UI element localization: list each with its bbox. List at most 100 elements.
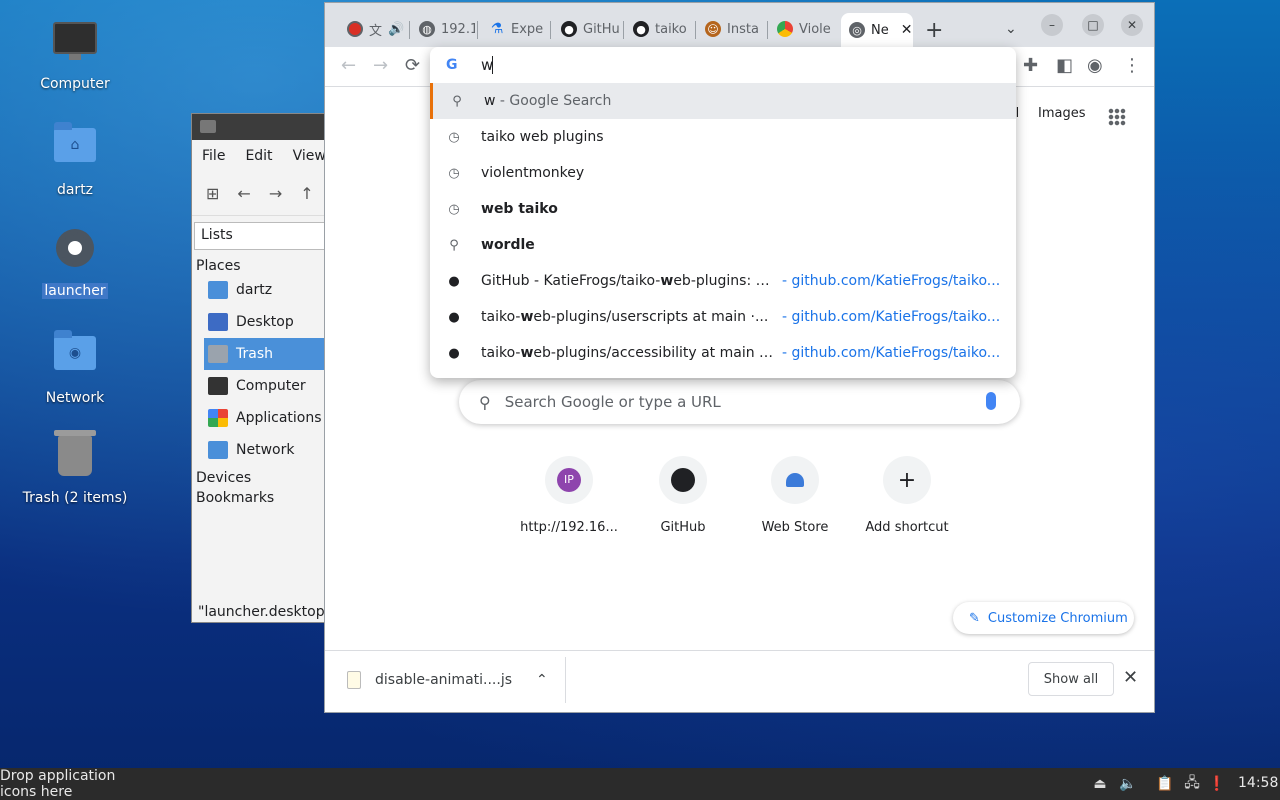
tab-title: Expe xyxy=(511,21,544,37)
tab-github[interactable]: ● GitHu xyxy=(553,15,619,43)
network-tray-icon[interactable]: 🖧 xyxy=(1182,774,1202,794)
tab-expe[interactable]: ⚗ Expe xyxy=(481,15,547,43)
pencil-icon: ✎ xyxy=(969,610,980,626)
shortcut-ip[interactable]: IP http://192.16... xyxy=(513,456,625,535)
monkey-icon: ☺ xyxy=(705,21,721,37)
tab-192[interactable]: ◍ 192.1 xyxy=(411,15,475,43)
omnibox-input[interactable]: G w xyxy=(430,47,1016,83)
new-tab-icon[interactable]: ⊞ xyxy=(206,184,219,203)
tab-new-tab[interactable]: ◎ Ne ✕ xyxy=(841,13,913,47)
file-manager-titlebar[interactable] xyxy=(192,114,330,140)
up-arrow-icon[interactable]: ↑ xyxy=(300,184,313,203)
tab-title: taiko xyxy=(655,21,687,37)
menu-kebab-icon[interactable]: ⋮ xyxy=(1123,55,1141,76)
place-label: Desktop xyxy=(236,314,294,330)
customize-chromium-button[interactable]: ✎ Customize Chromium xyxy=(953,602,1134,634)
translate-icon: 文 xyxy=(369,23,383,39)
text-caret xyxy=(492,56,493,74)
forward-button[interactable]: → xyxy=(373,55,388,76)
extensions-icon[interactable]: ✚ xyxy=(1023,55,1038,76)
shortcut-add[interactable]: + Add shortcut xyxy=(851,456,963,535)
download-shelf: disable-animati....js ⌃ Show all ✕ xyxy=(325,650,1154,712)
menu-edit[interactable]: Edit xyxy=(245,148,272,164)
menu-file[interactable]: File xyxy=(202,148,225,164)
place-item-dartz[interactable]: dartz xyxy=(192,274,330,306)
images-link[interactable]: Images xyxy=(1038,106,1086,121)
desktop-icon-trash[interactable]: Trash (2 items) xyxy=(20,430,130,506)
history-icon: ◷ xyxy=(448,201,460,217)
tab-taiko[interactable]: ● taiko xyxy=(625,15,691,43)
show-all-button[interactable]: Show all xyxy=(1028,662,1114,696)
side-pane-mode-select[interactable]: Lists xyxy=(194,222,330,250)
suggestion-text: w - Google Search xyxy=(484,93,611,109)
clipboard-icon[interactable]: 📋 xyxy=(1155,774,1175,794)
place-item-network[interactable]: Network xyxy=(192,434,330,466)
google-g-icon: G xyxy=(446,57,458,73)
bookmarks-header[interactable]: Bookmarks xyxy=(192,486,330,506)
suggestion-row[interactable]: ⚲ wordle xyxy=(430,227,1016,263)
github-icon: ● xyxy=(448,345,460,361)
desktop-icon-network[interactable]: ◉ Network xyxy=(20,328,130,406)
chevron-up-icon[interactable]: ⌃ xyxy=(536,672,548,688)
back-arrow-icon[interactable]: ← xyxy=(237,184,250,203)
notification-icon[interactable]: ❗ xyxy=(1207,774,1227,794)
launcher-drop-zone[interactable]: Drop application icons here xyxy=(0,768,120,800)
reload-button[interactable]: ⟳ xyxy=(405,55,420,76)
suggestion-row[interactable]: ◷ taiko web plugins xyxy=(430,119,1016,155)
suggestion-row[interactable]: ⚲ w - Google Search xyxy=(430,83,1016,119)
eject-icon[interactable]: ⏏ xyxy=(1090,774,1110,794)
github-icon: ● xyxy=(561,21,577,37)
side-panel-icon[interactable]: ◧ xyxy=(1056,55,1073,76)
menu-view[interactable]: View xyxy=(293,148,326,164)
suggestion-text: violentmonkey xyxy=(481,165,584,181)
microphone-icon[interactable] xyxy=(986,392,996,410)
volume-icon[interactable]: 🔈 xyxy=(1118,774,1138,794)
tab-insta[interactable]: ☺ Insta xyxy=(697,15,763,43)
desktop-icon-dartz[interactable]: ⌂ dartz xyxy=(20,120,130,198)
ntp-search-box[interactable]: ⚲ Search Google or type a URL xyxy=(459,380,1020,424)
suggestion-row[interactable]: ◷ web taiko xyxy=(430,191,1016,227)
place-item-computer[interactable]: Computer xyxy=(192,370,330,402)
desktop-icon-label: Network xyxy=(45,390,105,406)
desktop-icon-computer[interactable]: Computer xyxy=(20,16,130,92)
close-tab-icon[interactable]: ✕ xyxy=(901,22,913,38)
place-item-trash[interactable]: Trash xyxy=(204,338,330,370)
devices-header[interactable]: Devices xyxy=(192,466,330,486)
maximize-button[interactable]: □ xyxy=(1082,14,1104,36)
place-item-applications[interactable]: Applications xyxy=(192,402,330,434)
chevron-down-icon[interactable]: ⌄ xyxy=(1005,21,1017,37)
clock[interactable]: 14:58 xyxy=(1238,775,1278,791)
place-label: Computer xyxy=(236,378,306,394)
applications-icon xyxy=(208,409,228,427)
shortcut-github[interactable]: GitHub xyxy=(627,456,739,535)
suggestion-row[interactable]: ● taiko-web-plugins/accessibility at main… xyxy=(430,335,1016,371)
new-tab-button[interactable]: + xyxy=(925,18,943,43)
profile-avatar-icon[interactable]: ◉ xyxy=(1087,55,1103,76)
places-header: Places xyxy=(196,258,241,274)
chromium-icon: ◎ xyxy=(849,22,865,38)
close-shelf-icon[interactable]: ✕ xyxy=(1123,667,1138,688)
back-button[interactable]: ← xyxy=(341,55,356,76)
tab-recording[interactable]: 文 🔊 xyxy=(339,15,409,43)
suggestion-url: - github.com/KatieFrogs/taiko... xyxy=(782,345,1001,361)
tab-viole[interactable]: Viole xyxy=(769,15,835,43)
suggestion-row[interactable]: ● GitHub - KatieFrogs/taiko-web-plugins: … xyxy=(430,263,1016,299)
recording-icon xyxy=(347,21,363,37)
suggestion-text: wordle xyxy=(481,237,535,253)
github-icon: ● xyxy=(448,273,460,289)
place-item-desktop[interactable]: Desktop xyxy=(192,306,330,338)
minimize-button[interactable]: – xyxy=(1041,14,1063,36)
shortcut-web-store[interactable]: Web Store xyxy=(739,456,851,535)
suggestion-row[interactable]: ● taiko-web-plugins/userscripts at main ·… xyxy=(430,299,1016,335)
suggestion-row[interactable]: ◷ violentmonkey xyxy=(430,155,1016,191)
download-item[interactable]: disable-animati....js ⌃ xyxy=(347,671,548,689)
desktop-icon-launcher[interactable]: launcher xyxy=(20,224,130,299)
computer-icon xyxy=(208,377,228,395)
close-window-button[interactable]: ✕ xyxy=(1121,14,1143,36)
forward-arrow-icon[interactable]: → xyxy=(269,184,282,203)
apps-grid-icon[interactable] xyxy=(1108,108,1126,126)
file-manager-toolbar: ⊞ ← → ↑ xyxy=(192,172,330,216)
shortcut-label: http://192.16... xyxy=(520,520,618,535)
shortcut-tile xyxy=(771,456,819,504)
suggestion-title: GitHub - KatieFrogs/taiko-web-plugins: C… xyxy=(481,273,775,289)
